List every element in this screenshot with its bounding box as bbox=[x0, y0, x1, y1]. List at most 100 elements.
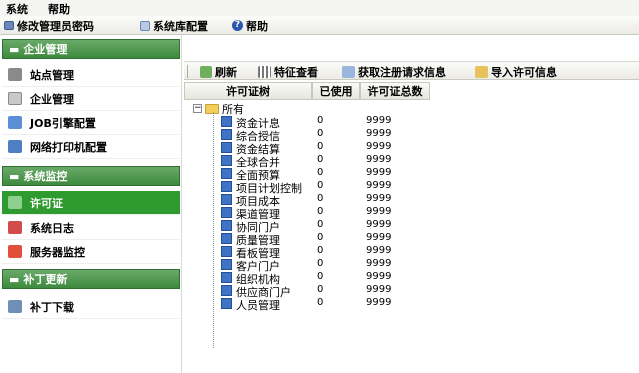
module-icon bbox=[221, 246, 232, 257]
license-total: 9999 bbox=[366, 141, 392, 152]
used-count: 0 bbox=[317, 115, 324, 126]
folder-icon bbox=[205, 103, 219, 114]
sidebar-item-enterprise-management[interactable]: 企业管理 bbox=[2, 87, 180, 111]
import-icon bbox=[475, 65, 488, 78]
license-total: 9999 bbox=[366, 180, 392, 191]
license-total: 9999 bbox=[366, 167, 392, 178]
used-count: 0 bbox=[317, 245, 324, 256]
license-total: 9999 bbox=[366, 297, 392, 308]
section-header-monitoring[interactable]: ▬ 系统监控 bbox=[2, 166, 180, 186]
table-row[interactable]: 协同门户 0 9999 bbox=[184, 219, 624, 234]
refresh-icon bbox=[200, 65, 212, 78]
used-count: 0 bbox=[317, 232, 324, 243]
window-icon bbox=[4, 21, 14, 30]
help-button[interactable]: ? 帮助 bbox=[232, 18, 268, 33]
collapse-icon: ▬ bbox=[9, 42, 20, 56]
collapse-icon[interactable]: − bbox=[193, 104, 202, 113]
import-license-button[interactable]: 导入许可信息 bbox=[475, 64, 557, 79]
used-count: 0 bbox=[317, 141, 324, 152]
table-row[interactable]: 组织机构 0 9999 bbox=[184, 271, 624, 286]
main-content: 刷新 特征查看 获取注册请求信息 导入许可信息 许可证树 已使用 许可证总数 −… bbox=[184, 35, 639, 373]
license-total: 9999 bbox=[366, 232, 392, 243]
module-icon bbox=[221, 142, 232, 153]
table-row[interactable]: 质量管理 0 9999 bbox=[184, 232, 624, 247]
chart-icon bbox=[8, 245, 22, 258]
table-row[interactable]: 项目成本 0 9999 bbox=[184, 193, 624, 208]
table-row[interactable]: 渠道管理 0 9999 bbox=[184, 206, 624, 221]
used-count: 0 bbox=[317, 271, 324, 282]
module-icon bbox=[221, 207, 232, 218]
used-count: 0 bbox=[317, 154, 324, 165]
monitor-icon bbox=[8, 116, 22, 129]
grid-icon bbox=[258, 65, 271, 78]
used-count: 0 bbox=[317, 206, 324, 217]
module-icon bbox=[221, 155, 232, 166]
license-toolbar: 刷新 特征查看 获取注册请求信息 导入许可信息 bbox=[184, 61, 639, 80]
used-count: 0 bbox=[317, 258, 324, 269]
license-total: 9999 bbox=[366, 245, 392, 256]
table-row[interactable]: 供应商门户 0 9999 bbox=[184, 284, 624, 299]
table-row[interactable]: 资金计息 0 9999 bbox=[184, 115, 624, 130]
module-icon bbox=[221, 194, 232, 205]
system-config-button[interactable]: 系统库配置 bbox=[140, 18, 208, 33]
change-password-button[interactable]: 修改管理员密码 bbox=[4, 18, 94, 33]
menu-help[interactable]: 帮助 bbox=[48, 1, 70, 17]
module-icon bbox=[221, 298, 232, 309]
request-icon bbox=[342, 65, 355, 78]
table-row[interactable]: 全球合并 0 9999 bbox=[184, 154, 624, 169]
module-icon bbox=[221, 272, 232, 283]
table-row[interactable]: 看板管理 0 9999 bbox=[184, 245, 624, 260]
sidebar-item-system-log[interactable]: 系统日志 bbox=[2, 216, 180, 240]
table-row[interactable]: 客户门户 0 9999 bbox=[184, 258, 624, 273]
license-total: 9999 bbox=[366, 219, 392, 230]
section-header-enterprise[interactable]: ▬ 企业管理 bbox=[2, 39, 180, 59]
module-icon bbox=[221, 233, 232, 244]
column-header-license-tree[interactable]: 许可证树 bbox=[184, 82, 312, 100]
module-name: 人员管理 bbox=[236, 299, 280, 312]
license-total: 9999 bbox=[366, 206, 392, 217]
sidebar-item-job-engine[interactable]: JOB引擎配置 bbox=[2, 111, 180, 135]
table-row[interactable]: 综合授信 0 9999 bbox=[184, 128, 624, 143]
users-icon bbox=[8, 300, 22, 313]
printer-icon bbox=[8, 140, 22, 153]
menu-system[interactable]: 系统 bbox=[6, 1, 28, 17]
refresh-button[interactable]: 刷新 bbox=[200, 64, 237, 79]
module-icon bbox=[221, 116, 232, 127]
sidebar-item-server-monitor[interactable]: 服务器监控 bbox=[2, 240, 180, 264]
collapse-icon: ▬ bbox=[9, 169, 20, 183]
config-icon bbox=[140, 20, 150, 31]
sidebar-item-license[interactable]: 许可证 bbox=[2, 191, 180, 215]
license-icon bbox=[8, 196, 22, 209]
trophy-icon bbox=[8, 92, 22, 105]
used-count: 0 bbox=[317, 297, 324, 308]
sidebar-item-network-printer[interactable]: 网络打印机配置 bbox=[2, 135, 180, 159]
toolbar-separator bbox=[187, 65, 188, 78]
license-total: 9999 bbox=[366, 258, 392, 269]
sidebar-item-patch-download[interactable]: 补丁下载 bbox=[2, 295, 180, 319]
column-header-used[interactable]: 已使用 bbox=[312, 82, 360, 100]
table-row[interactable]: 全面预算 0 9999 bbox=[184, 167, 624, 182]
table-row[interactable]: 人员管理 0 9999 bbox=[184, 297, 624, 312]
license-total: 9999 bbox=[366, 128, 392, 139]
license-total: 9999 bbox=[366, 284, 392, 295]
module-icon bbox=[221, 259, 232, 270]
column-header-total[interactable]: 许可证总数 bbox=[360, 82, 430, 100]
feature-view-button[interactable]: 特征查看 bbox=[258, 64, 318, 79]
collapse-icon: ▬ bbox=[9, 272, 20, 286]
table-row[interactable]: 项目计划控制 0 9999 bbox=[184, 180, 624, 195]
license-total: 9999 bbox=[366, 271, 392, 282]
module-icon bbox=[221, 220, 232, 231]
used-count: 0 bbox=[317, 128, 324, 139]
section-header-patch[interactable]: ▬ 补丁更新 bbox=[2, 269, 180, 289]
sidebar-item-site-management[interactable]: 站点管理 bbox=[2, 63, 180, 87]
module-icon bbox=[221, 181, 232, 192]
menu-bar: 系统 帮助 bbox=[0, 0, 639, 16]
tree-root[interactable]: − 所有 bbox=[193, 102, 244, 116]
get-registration-button[interactable]: 获取注册请求信息 bbox=[342, 64, 446, 79]
log-icon bbox=[8, 221, 22, 234]
module-icon bbox=[221, 168, 232, 179]
table-row[interactable]: 资金结算 0 9999 bbox=[184, 141, 624, 156]
used-count: 0 bbox=[317, 193, 324, 204]
table-header: 许可证树 已使用 许可证总数 bbox=[184, 82, 624, 100]
module-icon bbox=[221, 285, 232, 296]
